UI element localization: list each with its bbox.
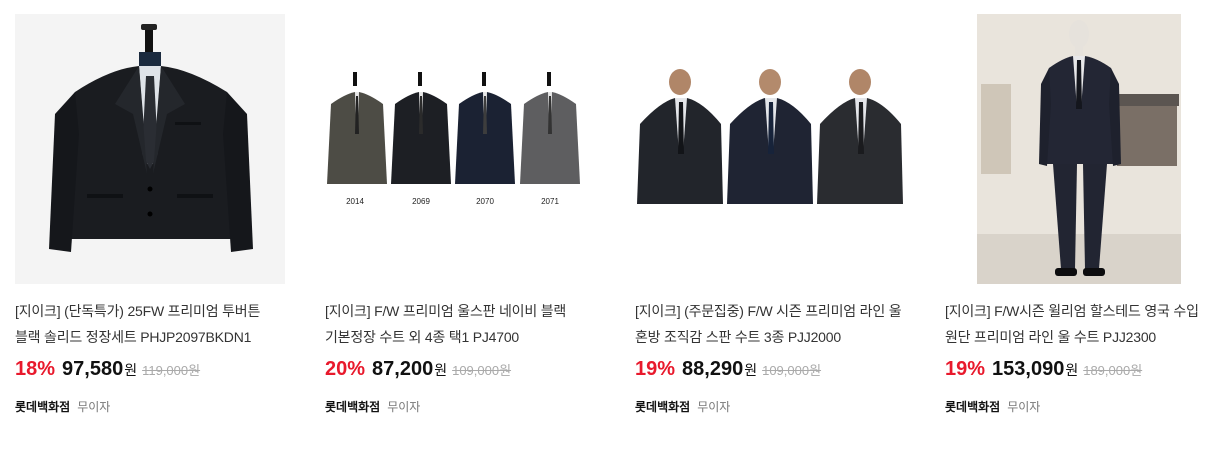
- original-price: 109,000원: [762, 363, 822, 378]
- price-row: 20% 87,200 원 109,000원: [325, 358, 595, 384]
- product-image[interactable]: 2014 2069 2070 2071: [325, 14, 595, 284]
- product-title[interactable]: [지이크] F/W시즌 윌리엄 할스테드 영국 수입 원단 프리미엄 라인 울 …: [945, 298, 1215, 350]
- original-price: 109,000원: [452, 363, 512, 378]
- installment-badge: 무이자: [697, 400, 731, 414]
- image-label: 2070: [476, 197, 494, 206]
- meta-row: 롯데백화점 무이자: [15, 398, 285, 415]
- sale-price: 97,580: [62, 358, 124, 380]
- price-row: 19% 88,290 원 109,000원: [635, 358, 905, 384]
- product-image[interactable]: [15, 14, 285, 284]
- store-name: 롯데백화점: [635, 400, 691, 414]
- meta-row: 롯데백화점 무이자: [945, 398, 1215, 415]
- product-title[interactable]: [지이크] (단독특가) 25FW 프리미엄 투버튼 블랙 솔리드 정장세트 P…: [15, 298, 285, 350]
- product-image[interactable]: [945, 14, 1215, 284]
- sale-price: 88,290: [682, 358, 744, 380]
- original-price: 189,000원: [1083, 363, 1143, 378]
- currency-unit: 원: [124, 362, 138, 378]
- image-label: 2069: [412, 197, 430, 206]
- image-label: 2014: [346, 197, 364, 206]
- currency-unit: 원: [744, 362, 758, 378]
- product-card[interactable]: [지이크] F/W시즌 윌리엄 할스테드 영국 수입 원단 프리미엄 라인 울 …: [945, 14, 1215, 415]
- product-image[interactable]: [635, 14, 905, 284]
- product-card[interactable]: 2014 2069 2070 2071 [지이크] F/W 프리미엄 울스판 네…: [325, 14, 595, 415]
- product-title[interactable]: [지이크] (주문집중) F/W 시즌 프리미엄 라인 울 혼방 조직감 스판 …: [635, 298, 905, 350]
- currency-unit: 원: [434, 362, 448, 378]
- price-row: 19% 153,090 원 189,000원: [945, 358, 1215, 384]
- installment-badge: 무이자: [77, 400, 111, 414]
- original-price: 119,000원: [142, 363, 201, 378]
- discount-rate: 19%: [635, 358, 676, 380]
- installment-badge: 무이자: [1007, 400, 1041, 414]
- currency-unit: 원: [1065, 362, 1079, 378]
- meta-row: 롯데백화점 무이자: [635, 398, 905, 415]
- discount-rate: 20%: [325, 358, 366, 380]
- product-card[interactable]: [지이크] (주문집중) F/W 시즌 프리미엄 라인 울 혼방 조직감 스판 …: [635, 14, 905, 415]
- product-card[interactable]: [지이크] (단독특가) 25FW 프리미엄 투버튼 블랙 솔리드 정장세트 P…: [15, 14, 285, 415]
- store-name: 롯데백화점: [15, 400, 71, 414]
- meta-row: 롯데백화점 무이자: [325, 398, 595, 415]
- sale-price: 153,090: [992, 358, 1065, 380]
- store-name: 롯데백화점: [325, 400, 381, 414]
- store-name: 롯데백화점: [945, 400, 1001, 414]
- price-row: 18% 97,580 원 119,000원: [15, 358, 285, 384]
- image-label: 2071: [541, 197, 559, 206]
- product-title[interactable]: [지이크] F/W 프리미엄 울스판 네이비 블랙 기본정장 수트 외 4종 택…: [325, 298, 595, 350]
- product-grid: [지이크] (단독특가) 25FW 프리미엄 투버튼 블랙 솔리드 정장세트 P…: [0, 0, 1225, 450]
- discount-rate: 19%: [945, 358, 986, 380]
- installment-badge: 무이자: [387, 400, 421, 414]
- sale-price: 87,200: [372, 358, 434, 380]
- discount-rate: 18%: [15, 358, 56, 380]
